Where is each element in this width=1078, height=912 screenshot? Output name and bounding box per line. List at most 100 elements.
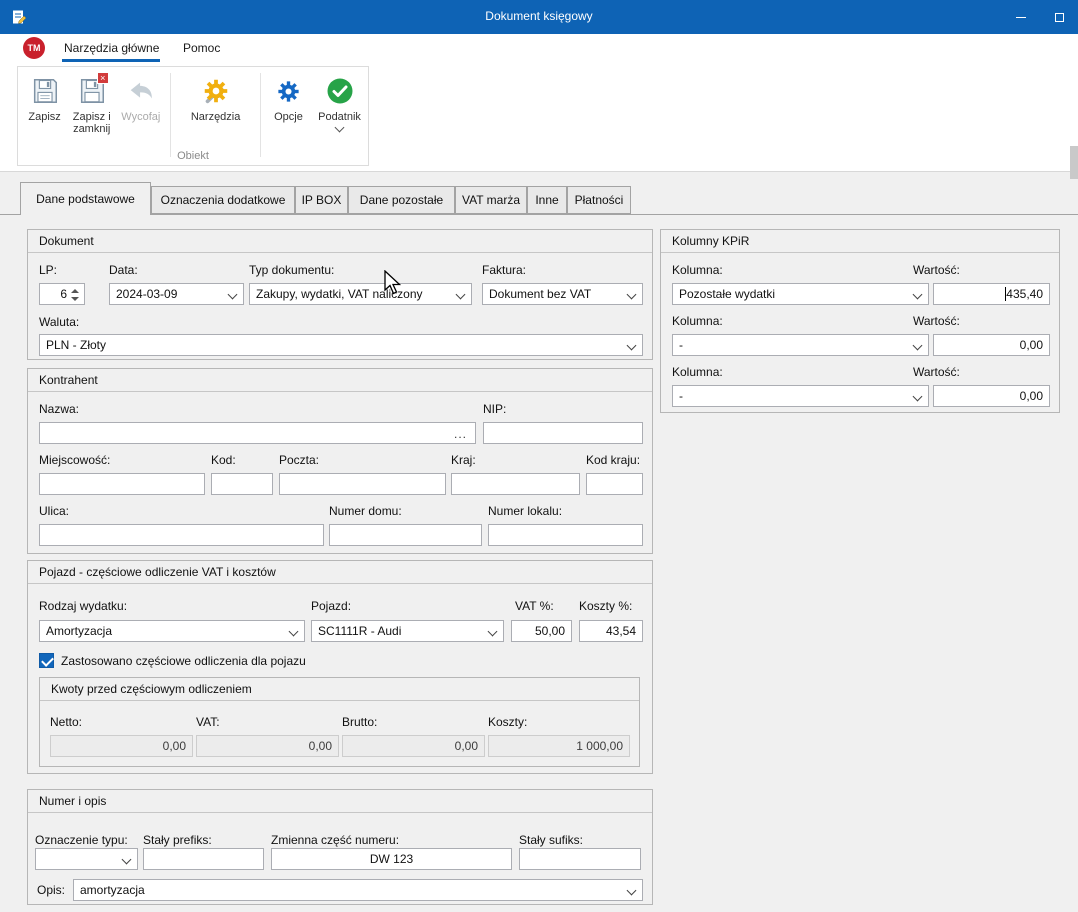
tools-button-label: Narzędzia xyxy=(191,111,241,123)
opis-combo[interactable]: amortyzacja xyxy=(73,879,643,901)
spin-up-icon[interactable] xyxy=(69,286,82,294)
tab-pane-border xyxy=(0,214,1078,215)
check-circle-icon xyxy=(326,73,354,109)
kolumna-combo-1[interactable]: Pozostałe wydatki xyxy=(672,283,929,305)
kolumna-value-2: - xyxy=(679,338,683,352)
nazwa-label: Nazwa: xyxy=(39,402,79,416)
koszty-procent-input[interactable]: 43,54 xyxy=(579,620,643,642)
kolumna-value-3: - xyxy=(679,389,683,403)
waluta-combo[interactable]: PLN - Złoty xyxy=(39,334,643,356)
spinner-buttons[interactable] xyxy=(69,286,82,302)
ribbon-separator xyxy=(170,73,171,157)
staly-prefiks-input[interactable] xyxy=(143,848,264,870)
maximize-icon xyxy=(1055,13,1064,22)
title-bar: Dokument księgowy xyxy=(0,0,1078,34)
spin-down-icon[interactable] xyxy=(69,294,82,302)
rodzaj-wydatku-value: Amortyzacja xyxy=(46,624,112,638)
numer-lokalu-input[interactable] xyxy=(488,524,643,546)
tools-button[interactable]: Narzędzia xyxy=(176,71,255,123)
netto-input[interactable]: 0,00 xyxy=(50,735,193,757)
oznaczenie-typu-combo[interactable] xyxy=(35,848,138,870)
faktura-label: Faktura: xyxy=(482,263,526,277)
groupbox-dokument-title: Dokument xyxy=(28,230,652,253)
ellipsis-button[interactable]: ... xyxy=(454,427,467,441)
kod-kraju-input[interactable] xyxy=(586,473,643,495)
chevron-down-icon xyxy=(913,341,923,351)
poczta-input[interactable] xyxy=(279,473,446,495)
wartosc-label-1: Wartość: xyxy=(913,263,960,277)
groupbox-kolumny-kpir: Kolumny KPiR Kolumna: Wartość: Pozostałe… xyxy=(660,229,1060,413)
koszty-value: 1 000,00 xyxy=(576,739,623,753)
kolumna-combo-2[interactable]: - xyxy=(672,334,929,356)
wartosc-value-1: 435,40 xyxy=(1006,287,1043,301)
window-title: Dokument księgowy xyxy=(0,9,1078,23)
tab-dane-podstawowe[interactable]: Dane podstawowe xyxy=(20,182,151,215)
wartosc-input-3[interactable]: 0,00 xyxy=(933,385,1050,407)
nip-input[interactable] xyxy=(483,422,643,444)
rodzaj-wydatku-combo[interactable]: Amortyzacja xyxy=(39,620,305,642)
zmienna-czesc-input[interactable]: DW 123 xyxy=(271,848,512,870)
taxpayer-button[interactable]: Podatnik xyxy=(311,71,368,131)
zmienna-czesc-label: Zmienna część numeru: xyxy=(271,833,399,847)
czesciowe-odliczenie-checkbox[interactable]: Zastosowano częściowe odliczenia dla poj… xyxy=(39,653,306,668)
pojazd-value: SC1111R - Audi xyxy=(318,624,401,638)
wartosc-input-2[interactable]: 0,00 xyxy=(933,334,1050,356)
vat-procent-input[interactable]: 50,00 xyxy=(511,620,572,642)
save-button[interactable]: Zapisz xyxy=(22,71,67,123)
pojazd-combo[interactable]: SC1111R - Audi xyxy=(311,620,504,642)
typ-dokumentu-combo[interactable]: Zakupy, wydatki, VAT naliczony xyxy=(249,283,472,305)
waluta-label: Waluta: xyxy=(39,315,79,329)
tab-vat-marza[interactable]: VAT marża xyxy=(455,186,527,214)
koszty-input[interactable]: 1 000,00 xyxy=(488,735,630,757)
app-logo[interactable]: TM xyxy=(23,37,45,59)
maximize-button[interactable] xyxy=(1040,0,1078,34)
tab-oznaczenia-dodatkowe[interactable]: Oznaczenia dodatkowe xyxy=(151,186,295,214)
menu-item-narzedzia-glowne[interactable]: Narzędzia główne xyxy=(64,41,159,55)
checkbox-checked-icon xyxy=(39,653,54,668)
menu-item-pomoc[interactable]: Pomoc xyxy=(183,41,220,55)
tab-platnosci[interactable]: Płatności xyxy=(567,186,631,214)
kolumna-label-3: Kolumna: xyxy=(672,365,723,379)
chevron-down-icon xyxy=(913,392,923,402)
staly-sufiks-input[interactable] xyxy=(519,848,641,870)
save-and-close-label-line1: Zapisz i xyxy=(73,111,111,123)
nazwa-input[interactable]: ... xyxy=(39,422,476,444)
lp-spinner[interactable]: 6 xyxy=(39,283,85,305)
ulica-label: Ulica: xyxy=(39,504,69,518)
miejscowosc-label: Miejscowość: xyxy=(39,453,110,467)
minimize-button[interactable] xyxy=(1002,0,1040,34)
undo-button[interactable]: Wycofaj xyxy=(116,71,165,123)
save-and-close-label-line2: zamknij xyxy=(73,123,110,135)
kolumna-combo-3[interactable]: - xyxy=(672,385,929,407)
save-and-close-button[interactable]: × Zapisz i zamknij xyxy=(67,71,116,135)
netto-label: Netto: xyxy=(50,715,82,729)
typ-label: Typ dokumentu: xyxy=(249,263,334,277)
koszty-procent-value: 43,54 xyxy=(606,624,636,638)
brutto-input[interactable]: 0,00 xyxy=(342,735,485,757)
kraj-input[interactable] xyxy=(451,473,580,495)
tab-inne[interactable]: Inne xyxy=(527,186,567,214)
miejscowosc-input[interactable] xyxy=(39,473,205,495)
wartosc-value-2: 0,00 xyxy=(1020,338,1043,352)
chevron-down-icon xyxy=(627,290,637,300)
kolumna-value-1: Pozostałe wydatki xyxy=(679,287,775,301)
data-combo[interactable]: 2024-03-09 xyxy=(109,283,244,305)
scrollbar-thumb[interactable] xyxy=(1070,146,1078,179)
ulica-input[interactable] xyxy=(39,524,324,546)
save-and-close-label: Zapisz i zamknij xyxy=(73,111,111,135)
tools-icon xyxy=(201,73,231,109)
groupbox-dokument: Dokument LP: Data: Typ dokumentu: Faktur… xyxy=(27,229,653,360)
czesciowe-odliczenie-label: Zastosowano częściowe odliczenia dla poj… xyxy=(61,654,306,668)
kod-input[interactable] xyxy=(211,473,273,495)
faktura-combo[interactable]: Dokument bez VAT xyxy=(482,283,643,305)
options-button[interactable]: Opcje xyxy=(266,71,311,123)
tab-ip-box[interactable]: IP BOX xyxy=(295,186,348,214)
chevron-down-icon xyxy=(627,886,637,896)
vat-input[interactable]: 0,00 xyxy=(196,735,339,757)
chevron-down-icon xyxy=(913,290,923,300)
groupbox-pojazd: Pojazd - częściowe odliczenie VAT i kosz… xyxy=(27,560,653,774)
tab-dane-pozostale[interactable]: Dane pozostałe xyxy=(348,186,455,214)
mouse-cursor xyxy=(383,270,405,296)
wartosc-input-1[interactable]: 435,40 xyxy=(933,283,1050,305)
numer-domu-input[interactable] xyxy=(329,524,482,546)
